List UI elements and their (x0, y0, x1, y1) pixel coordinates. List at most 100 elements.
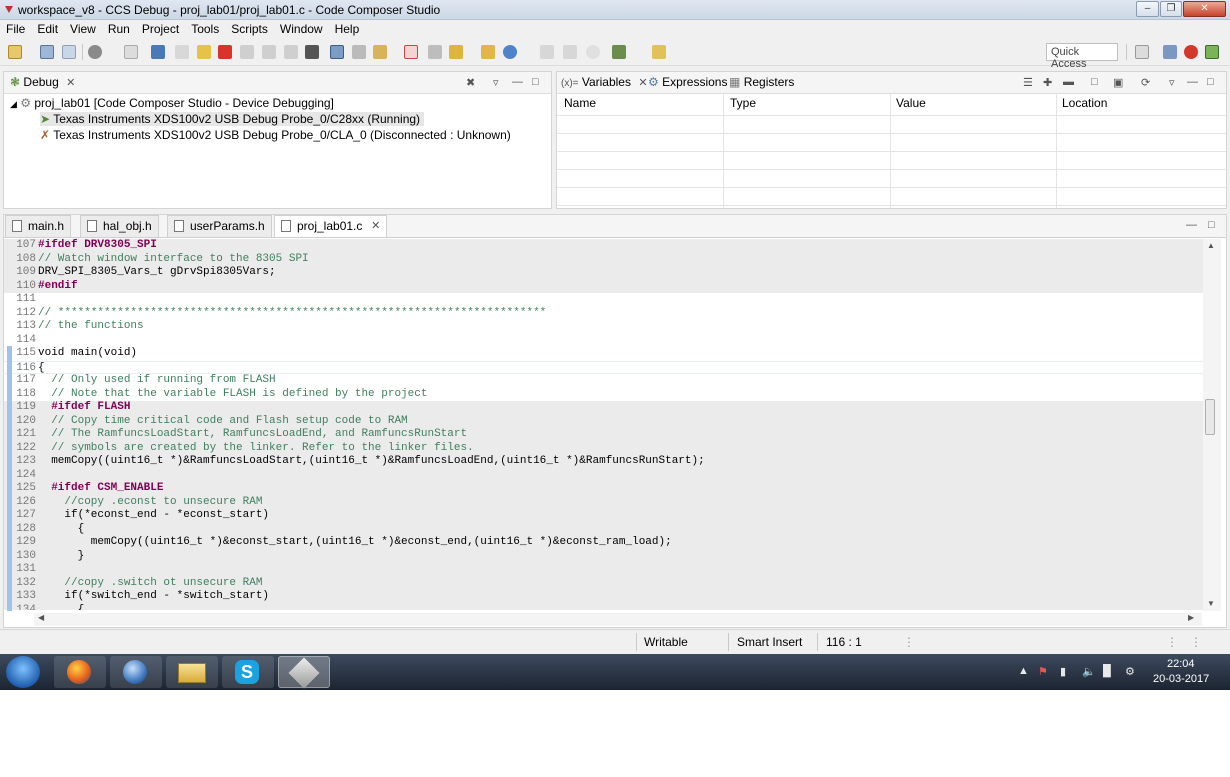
code-line[interactable]: 132 //copy .switch ot unsecure RAM (4, 576, 1204, 590)
code-line[interactable]: 112// **********************************… (4, 307, 1204, 321)
maximize-editor-icon[interactable]: □ (1208, 219, 1215, 231)
code-line[interactable]: 128 { (4, 522, 1204, 536)
expand-arrow-icon[interactable]: ◢ (10, 99, 17, 109)
code-text[interactable]: // Watch window interface to the 8305 SP… (38, 253, 309, 265)
status-insert-mode[interactable]: Smart Insert (737, 635, 802, 649)
code-line[interactable]: 120 // Copy time critical code and Flash… (4, 414, 1204, 428)
tab-userparams-h[interactable]: userParams.h (167, 215, 272, 237)
code-text[interactable]: // symbols are created by the linker. Re… (38, 442, 473, 454)
external-tools-icon[interactable] (652, 45, 666, 59)
restore-button[interactable]: ❐ (1160, 1, 1182, 17)
code-line[interactable]: 117 // Only used if running from FLASH (4, 374, 1204, 388)
menu-file[interactable]: File (0, 20, 31, 38)
debug-icon[interactable] (612, 45, 626, 59)
menu-tools[interactable]: Tools (185, 20, 225, 38)
code-line[interactable]: 115 void main(void) (4, 347, 1204, 361)
code-text[interactable]: // the functions (38, 320, 144, 332)
code-text[interactable]: } (38, 550, 85, 562)
tab-debug[interactable]: ❃ Debug ✕ (10, 75, 75, 89)
code-text[interactable]: // Copy time critical code and Flash set… (38, 415, 407, 427)
code-line[interactable]: 125 #ifdef CSM_ENABLE (4, 482, 1204, 496)
debug-perspective-icon[interactable] (1205, 45, 1219, 59)
code-line[interactable]: 114 (4, 334, 1204, 348)
step-over-icon[interactable] (262, 45, 276, 59)
terminal-icon[interactable] (124, 45, 138, 59)
collapse-all-icon[interactable]: ☰ (1023, 76, 1033, 89)
breakpoint-icon[interactable] (404, 45, 418, 59)
minimize-panel-icon[interactable]: — (512, 76, 523, 88)
save-icon[interactable] (40, 45, 54, 59)
code-text[interactable]: // *************************************… (38, 307, 546, 319)
code-text[interactable]: #ifdef CSM_ENABLE (38, 482, 163, 494)
maximize-panel-icon[interactable]: □ (1207, 76, 1214, 88)
skype-taskbar-button[interactable]: S (222, 656, 274, 688)
tab-hal-obj-h[interactable]: hal_obj.h (80, 215, 159, 237)
code-text[interactable]: { (38, 362, 45, 374)
tab-variables[interactable]: (x)= Variables ✕ (561, 75, 648, 89)
remove-terminated-icon[interactable]: ✖ (466, 76, 475, 89)
device-icon[interactable]: ⚙ (1125, 665, 1135, 678)
menu-view[interactable]: View (64, 20, 102, 38)
code-text[interactable]: //copy .switch ot unsecure RAM (38, 577, 262, 589)
ccs-edit-perspective-icon[interactable] (1163, 45, 1177, 59)
menu-project[interactable]: Project (136, 20, 185, 38)
code-text[interactable]: //copy .econst to unsecure RAM (38, 496, 262, 508)
suspend-icon[interactable] (197, 45, 211, 59)
code-line[interactable]: 108// Watch window interface to the 8305… (4, 252, 1204, 266)
code-line[interactable]: 116{ (4, 360, 1204, 374)
open-perspective-icon[interactable] (1135, 45, 1149, 59)
tab-main-h[interactable]: main.h (5, 215, 72, 237)
volume-icon[interactable]: 🔈 (1082, 665, 1096, 678)
tab-expressions[interactable]: ⚙ Expressions (648, 75, 727, 89)
build-icon[interactable] (88, 45, 102, 59)
explorer-taskbar-button[interactable] (166, 656, 218, 688)
minimize-panel-icon[interactable]: — (1187, 76, 1198, 88)
back-icon[interactable] (540, 45, 554, 59)
clock-time[interactable]: 22:04 (1167, 658, 1195, 670)
restart-icon[interactable] (352, 45, 366, 59)
code-line[interactable]: 122 // symbols are created by the linker… (4, 441, 1204, 455)
code-line[interactable]: 134 { (4, 603, 1204, 610)
code-line[interactable]: 126 //copy .econst to unsecure RAM (4, 495, 1204, 509)
code-text[interactable]: // Only used if running from FLASH (38, 374, 275, 386)
debug-view-icon[interactable] (151, 45, 165, 59)
scroll-down-icon[interactable]: ▼ (1207, 599, 1215, 608)
column-type[interactable]: Type (730, 96, 756, 114)
code-line[interactable]: 109 DRV_SPI_8305_Vars_t gDrvSpi8305Vars; (4, 266, 1204, 280)
vertical-scrollbar[interactable]: ▲ ▼ (1203, 239, 1221, 611)
column-location[interactable]: Location (1062, 96, 1107, 114)
skip-icon[interactable] (586, 45, 600, 59)
view-menu-icon[interactable]: ▿ (1169, 76, 1175, 89)
flash-icon[interactable] (449, 45, 463, 59)
new-view-icon[interactable]: □ (1091, 76, 1098, 88)
code-editor[interactable]: 107 #ifdef DRV8305_SPI 108// Watch window … (4, 238, 1204, 610)
code-line[interactable]: 118 // Note that the variable FLASH is d… (4, 388, 1204, 402)
tree-project-row[interactable]: ◢ ⚙ proj_lab01 [Code Composer Studio - D… (10, 96, 334, 110)
code-text[interactable]: void main(void) (38, 347, 137, 359)
thunderbird-taskbar-button[interactable] (110, 656, 162, 688)
close-icon[interactable]: ✕ (638, 77, 647, 89)
cloud-perspective-icon[interactable] (1184, 45, 1198, 59)
tab-proj-lab01-c[interactable]: proj_lab01.c ✕ (274, 215, 388, 237)
code-line[interactable]: 133 if(*switch_end - *switch_start) (4, 590, 1204, 604)
close-icon[interactable]: ✕ (66, 77, 75, 89)
code-text[interactable]: if(*econst_end - *econst_start) (38, 509, 269, 521)
menu-run[interactable]: Run (102, 20, 136, 38)
clock-date[interactable]: 20-03-2017 (1153, 673, 1209, 685)
code-text[interactable]: { (38, 523, 85, 535)
menu-edit[interactable]: Edit (31, 20, 64, 38)
code-line[interactable]: 130 } (4, 549, 1204, 563)
step-return-icon[interactable] (284, 45, 298, 59)
minimize-editor-icon[interactable]: — (1186, 219, 1197, 231)
menu-scripts[interactable]: Scripts (225, 20, 274, 38)
tree-probe-cla[interactable]: ✗ Texas Instruments XDS100v2 USB Debug P… (40, 128, 511, 142)
code-text[interactable]: // Note that the variable FLASH is defin… (38, 388, 427, 400)
ccs-taskbar-button[interactable] (278, 656, 330, 689)
code-line[interactable]: 123 memCopy((uint16_t *)&RamfuncsLoadSta… (4, 455, 1204, 469)
code-line[interactable]: 124 (4, 468, 1204, 482)
column-value[interactable]: Value (896, 96, 926, 114)
tab-registers[interactable]: ▦ Registers (729, 75, 794, 89)
start-button-icon[interactable] (6, 656, 40, 688)
step-into-icon[interactable] (240, 45, 254, 59)
connect-icon[interactable] (428, 45, 442, 59)
